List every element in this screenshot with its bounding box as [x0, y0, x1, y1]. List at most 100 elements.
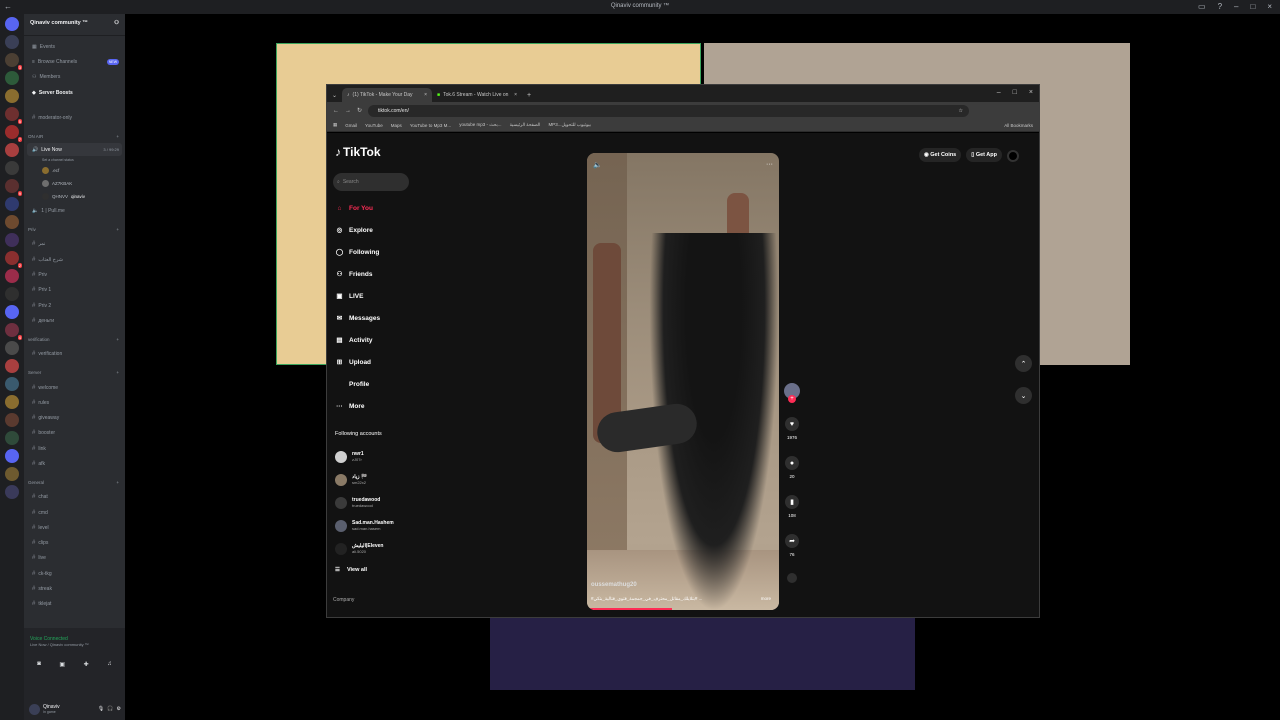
nav-profile[interactable]: Profile [335, 373, 380, 395]
bookmark-item[interactable]: youtube mp3 - بحث... [459, 122, 501, 128]
tiktok-logo[interactable]: ♪ TikTok [335, 145, 381, 159]
server-icon[interactable] [5, 35, 19, 49]
maximize-button[interactable]: □ [1250, 2, 1255, 11]
channel-item[interactable]: # деньги [24, 313, 125, 328]
bookmark-item[interactable]: YouTube to Mp3 M... [410, 123, 451, 128]
close-tab-icon[interactable]: × [514, 92, 517, 98]
add-channel-icon[interactable]: + [116, 370, 119, 375]
account-item[interactable]: زياد 🏁 sm22x2 [335, 468, 394, 491]
voice-user[interactable]: .ecf [24, 164, 125, 177]
headphones-icon[interactable]: 🎧 [107, 706, 113, 712]
gear-icon[interactable]: ⚙ [117, 706, 121, 712]
follow-plus-icon[interactable]: + [788, 395, 796, 403]
address-bar[interactable]: tiktok.com/en/ ☆ [368, 104, 969, 117]
channel-members[interactable]: ⚇ Members [24, 70, 125, 85]
server-icon[interactable] [5, 485, 19, 499]
star-icon[interactable]: ☆ [959, 108, 963, 114]
share-button[interactable]: ➦ [785, 534, 799, 548]
server-icon-home[interactable] [5, 17, 19, 31]
add-channel-icon[interactable]: + [116, 134, 119, 139]
nav-more[interactable]: ··· More [335, 395, 380, 417]
close-tab-icon[interactable]: × [424, 92, 427, 98]
activity-icon[interactable]: ✚ [84, 661, 89, 668]
bookmark-item[interactable]: MP3...بيوتيوب للتحويل [548, 122, 590, 128]
back-icon[interactable]: ← [333, 108, 339, 114]
volume-icon[interactable]: 🔈 [593, 161, 602, 169]
company-link[interactable]: Company [333, 597, 354, 603]
server-icon[interactable] [5, 215, 19, 229]
apps-icon[interactable]: ▦ [333, 122, 337, 128]
search-input[interactable]: ⌕ Search [333, 173, 409, 191]
server-icon[interactable] [5, 377, 19, 391]
tab-search-icon[interactable]: ⌄ [327, 92, 342, 102]
like-button[interactable]: ♥ [785, 417, 799, 431]
channel-item[interactable]: # Priv [24, 267, 125, 282]
view-all-link[interactable]: ☰ View all [335, 567, 367, 573]
new-tab-button[interactable]: + [522, 92, 536, 102]
server-icon[interactable] [5, 269, 19, 283]
nav-messages[interactable]: ✉ Messages [335, 307, 380, 329]
server-icon[interactable] [5, 143, 19, 157]
minimize-button[interactable]: – [997, 89, 1001, 96]
server-icon[interactable] [5, 395, 19, 409]
server-icon[interactable] [5, 359, 19, 373]
channel-item[interactable]: # rules [24, 395, 125, 410]
stream-tile[interactable] [490, 618, 915, 690]
channel-item[interactable]: # cmd [24, 505, 125, 520]
channel-item[interactable]: # link [24, 441, 125, 456]
profile-avatar[interactable] [1007, 150, 1019, 162]
add-member-icon[interactable]: ⚇ [114, 20, 119, 29]
server-icon[interactable] [5, 449, 19, 463]
mic-icon[interactable]: 🎙 [98, 706, 104, 712]
video-progress[interactable] [587, 608, 672, 610]
more-options-icon[interactable]: ··· [766, 161, 773, 169]
server-icon[interactable] [5, 71, 19, 85]
account-item[interactable]: اليليش|Eleven ali.5020 [335, 537, 394, 560]
add-channel-icon[interactable]: + [116, 480, 119, 485]
channel-item[interactable]: # Priv 1 [24, 283, 125, 298]
channel-item[interactable]: # chat [24, 490, 125, 505]
channel-item[interactable]: # level [24, 520, 125, 535]
channel-item[interactable]: # نمر [24, 237, 125, 252]
bookmark-youtube[interactable]: YouTube [365, 123, 383, 128]
nav-friends[interactable]: ⚇ Friends [335, 263, 380, 285]
voice-user[interactable]: QHNVV qinaviv [24, 190, 125, 203]
save-button[interactable]: ▮ [785, 495, 799, 509]
nav-explore[interactable]: ◎ Explore [335, 219, 380, 241]
server-icon[interactable] [5, 305, 19, 319]
channel-item[interactable]: # شرح العتاب [24, 252, 125, 267]
server-icon[interactable]: 4 [5, 323, 22, 340]
bookmark-gmail[interactable]: Gmail [345, 123, 357, 128]
channel-moderator-only[interactable]: # moderator-only [24, 110, 125, 125]
nav-upload[interactable]: ⊞ Upload [335, 351, 380, 373]
account-item[interactable]: truedawood truedawood [335, 491, 394, 514]
channel-item[interactable]: # streak [24, 581, 125, 596]
server-icon[interactable] [5, 431, 19, 445]
category-priv[interactable]: Priv + [24, 223, 125, 237]
nav-for-you[interactable]: ⌂ For You [335, 197, 380, 219]
help-icon[interactable]: ? [1218, 2, 1222, 11]
channel-item[interactable]: # clips [24, 536, 125, 551]
channel-item[interactable]: # welcome [24, 380, 125, 395]
creator-avatar[interactable]: + [784, 383, 800, 403]
inbox-icon[interactable]: ▭ [1198, 2, 1206, 11]
nav-live[interactable]: ▣ LIVE [335, 285, 380, 307]
server-icon[interactable] [5, 161, 19, 175]
server-icon[interactable]: 9 [5, 179, 22, 196]
get-coins-button[interactable]: ◉ Get Coins [918, 148, 962, 162]
channel-status[interactable]: Set a channel status [24, 156, 125, 164]
forward-icon[interactable]: → [345, 108, 351, 114]
channel-item[interactable]: # afk [24, 456, 125, 471]
channel-item[interactable]: # live [24, 551, 125, 566]
video-player[interactable]: 🔈 ··· oussemathug20 #بتلايلك_مقاتل_محترف… [587, 153, 779, 610]
bookmark-item[interactable]: الصفحة الرئيسية [510, 122, 541, 128]
voice-channel-live-now[interactable]: 🔊 Live Now 3 / 99:29 [27, 143, 122, 157]
close-button[interactable]: × [1029, 89, 1033, 96]
comment-button[interactable]: ● [785, 456, 799, 470]
server-icon[interactable]: 7 [5, 125, 22, 142]
channel-item[interactable]: # booster [24, 426, 125, 441]
video-author[interactable]: oussemathug20 [591, 582, 637, 588]
channel-item[interactable]: # Priv 2 [24, 298, 125, 313]
server-icon[interactable] [5, 413, 19, 427]
server-icon[interactable] [5, 89, 19, 103]
